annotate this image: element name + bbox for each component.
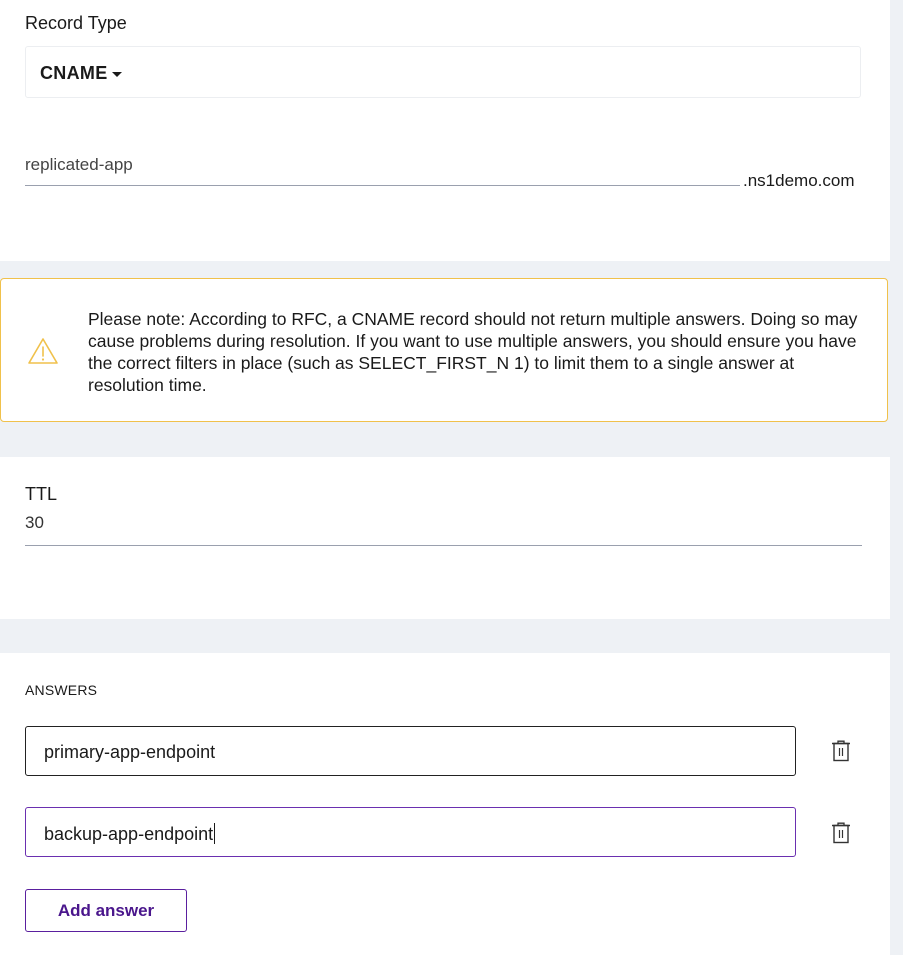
- answers-heading: ANSWERS: [25, 682, 98, 698]
- ttl-input-underline: [25, 545, 862, 546]
- record-type-value: CNAME: [40, 63, 108, 83]
- record-type-card: Record Type CNAME replicated-app .ns1dem…: [0, 0, 890, 261]
- text-cursor: [214, 823, 216, 844]
- answer-value-2-text: backup-app-endpoint: [44, 824, 214, 844]
- add-answer-button[interactable]: Add answer: [25, 889, 187, 932]
- answer-value-1: primary-app-endpoint: [44, 742, 216, 762]
- cname-warning-banner: Please note: According to RFC, a CNAME r…: [0, 278, 888, 422]
- ttl-label: TTL: [25, 484, 58, 504]
- warning-message: Please note: According to RFC, a CNAME r…: [88, 309, 858, 395]
- ttl-input[interactable]: 30: [25, 513, 44, 533]
- answer-value-2: backup-app-endpoint: [44, 823, 216, 845]
- record-type-label: Record Type: [25, 13, 127, 33]
- warning-triangle-icon: [28, 338, 58, 364]
- caret-down-icon: [112, 72, 122, 77]
- hostname-value: replicated-app: [25, 155, 133, 174]
- scrollbar-track[interactable]: [890, 0, 903, 955]
- domain-suffix: .ns1demo.com: [743, 171, 855, 190]
- trash-icon[interactable]: [831, 740, 851, 762]
- ttl-card: [0, 457, 890, 619]
- record-type-select[interactable]: CNAME: [25, 46, 861, 98]
- answer-input-1[interactable]: primary-app-endpoint: [25, 726, 796, 776]
- answer-input-2[interactable]: backup-app-endpoint: [25, 807, 796, 857]
- trash-icon[interactable]: [831, 822, 851, 844]
